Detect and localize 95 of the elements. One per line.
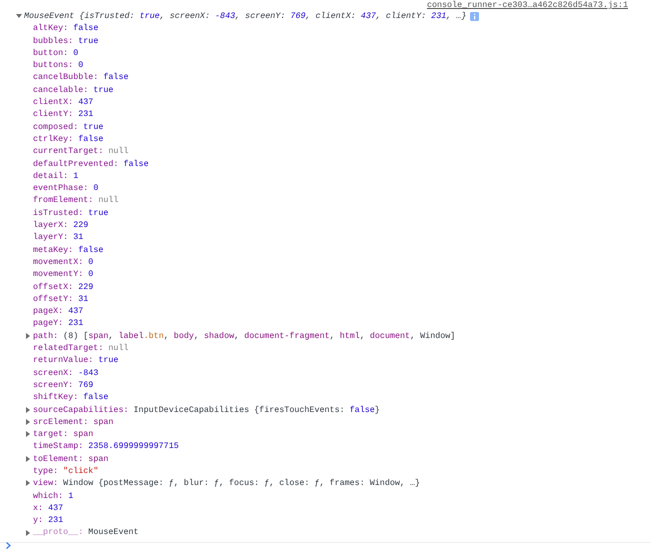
property-value: Window {postMessage: ƒ, blur: ƒ, focus: ƒ, close: ƒ, frames: Window, …}: [63, 477, 420, 490]
property-value: span: [73, 428, 94, 440]
property-name: pageY:: [33, 317, 64, 330]
property-name: screenY:: [33, 378, 74, 392]
property-name: sourceCapabilities:: [33, 404, 128, 416]
property-value: false: [78, 132, 104, 146]
source-link[interactable]: console_runner-ce303…a462c826d54a73.js:1: [426, 0, 628, 10]
property-value: 0: [93, 182, 98, 194]
property-value: span: [88, 452, 108, 465]
property-name: shiftKey:: [33, 391, 78, 404]
collapsed-arrow-icon[interactable]: [25, 431, 31, 438]
property-value: (8) [span, label.btn, body, shadow, document-fragment, html, document, Window]: [63, 330, 456, 342]
property-value: false: [83, 391, 108, 404]
property-name: which:: [33, 490, 64, 502]
collapsed-arrow-icon[interactable]: [25, 418, 31, 425]
property-value: true: [88, 206, 108, 220]
property-value: 0: [88, 256, 94, 268]
property-name: eventPhase:: [33, 182, 88, 194]
property-name: cancelBubble:: [33, 71, 98, 84]
property-name: offsetY:: [33, 292, 74, 306]
property-value: 0: [78, 59, 84, 72]
property-name: currentTarget:: [33, 145, 104, 158]
property-value: 0: [73, 46, 78, 60]
property-value: null: [108, 145, 129, 158]
property-name: srcElement:: [33, 416, 88, 428]
object-summary: MouseEvent {isTrusted: true, screenX: -843, screenY: 769, clientX: 437, clientY: 231, …}: [24, 10, 466, 22]
property-value: true: [93, 84, 114, 96]
property-name: offsetX:: [33, 280, 74, 293]
property-value: 1: [73, 170, 78, 182]
property-name: altKey:: [33, 22, 68, 35]
property-value: 1: [68, 490, 74, 502]
property-value: true: [78, 34, 98, 47]
property-value: 231: [78, 108, 94, 121]
property-name: toElement:: [33, 452, 84, 465]
property-name: x:: [33, 502, 44, 514]
property-value: 437: [48, 502, 64, 514]
property-name: movementY:: [33, 268, 84, 281]
property-value: true: [83, 120, 104, 133]
property-name: y:: [33, 514, 44, 526]
property-value: 231: [68, 317, 84, 330]
property-value: 0: [88, 268, 94, 281]
collapsed-arrow-icon[interactable]: [25, 480, 31, 486]
property-value: 31: [78, 292, 88, 306]
property-value: 2358.6999999997715: [88, 440, 179, 453]
property-name: target:: [33, 428, 68, 440]
property-name: detail:: [33, 170, 68, 182]
property-name: screenX:: [33, 366, 74, 379]
property-value: true: [98, 354, 118, 367]
property-name: metaKey:: [33, 244, 74, 256]
property-value: false: [123, 158, 149, 170]
property-value: span: [93, 416, 114, 428]
property-value: 231: [48, 514, 64, 526]
property-value: 437: [68, 305, 84, 318]
property-name: fromElement:: [33, 194, 94, 207]
property-name: layerX:: [33, 219, 68, 232]
property-name: relatedTarget:: [33, 342, 104, 354]
property-name: __proto__:: [33, 526, 84, 539]
property-name: composed:: [33, 120, 78, 133]
property-name: path:: [33, 330, 58, 342]
property-value: 437: [78, 96, 94, 108]
collapsed-arrow-icon[interactable]: [25, 456, 31, 462]
property-name: pageX:: [33, 305, 64, 318]
property-value: null: [108, 342, 129, 354]
property-name: timeStamp:: [33, 440, 84, 453]
property-name: ctrlKey:: [33, 132, 74, 146]
property-value: -843: [78, 366, 98, 379]
property-name: returnValue:: [33, 354, 94, 367]
collapsed-arrow-icon[interactable]: [25, 332, 31, 339]
property-value: false: [73, 22, 98, 35]
property-value: null: [98, 194, 118, 207]
property-value: MouseEvent: [88, 526, 139, 539]
property-value: "click": [63, 464, 98, 478]
property-name: buttons:: [33, 59, 74, 72]
property-value: InputDeviceCapabilities {firesTouchEvents: false}: [134, 404, 380, 416]
property-name: view:: [33, 477, 58, 490]
property-value: 31: [73, 231, 84, 244]
property-name: cancelable:: [33, 84, 88, 96]
property-value: false: [78, 244, 104, 256]
property-name: isTrusted:: [33, 206, 84, 220]
property-name: layerY:: [33, 231, 68, 244]
property-value: 769: [78, 378, 94, 392]
expanded-arrow-icon[interactable]: [16, 13, 22, 20]
collapsed-arrow-icon[interactable]: [25, 530, 31, 536]
property-name: clientX:: [33, 96, 74, 108]
collapsed-arrow-icon[interactable]: [25, 406, 31, 413]
property-name: type:: [33, 464, 58, 478]
property-value: 229: [73, 219, 88, 232]
property-name: button:: [33, 46, 68, 60]
property-name: clientY:: [33, 108, 74, 121]
property-name: bubbles:: [33, 34, 74, 47]
property-name: movementX:: [33, 256, 84, 268]
property-value: 229: [78, 280, 94, 293]
prompt-caret-icon: [6, 542, 11, 549]
property-name: defaultPrevented:: [33, 158, 118, 170]
property-value: false: [103, 71, 129, 84]
